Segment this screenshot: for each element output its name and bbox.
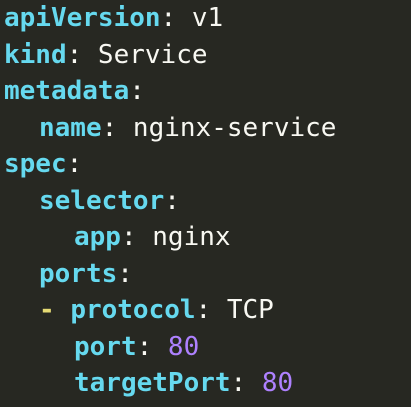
yaml-colon: : <box>66 39 83 70</box>
yaml-key: protocol <box>70 295 196 325</box>
code-line-kind: kind: Service <box>0 37 411 74</box>
yaml-key: kind <box>4 39 67 70</box>
yaml-colon: : <box>136 331 153 362</box>
yaml-key: selector <box>39 185 165 216</box>
yaml-list-dash: - <box>39 295 71 325</box>
yaml-key: port <box>74 331 137 362</box>
yaml-value: v1 <box>176 3 224 33</box>
yaml-colon: : <box>120 222 137 252</box>
yaml-value: TCP <box>211 295 274 325</box>
code-line-app: app: nginx <box>0 219 411 256</box>
yaml-key: name <box>39 112 102 143</box>
yaml-code-editor[interactable]: apiVersion: v1 kind: Service metadata: n… <box>0 0 411 407</box>
yaml-key: spec <box>4 149 67 179</box>
yaml-number: 80 <box>246 368 294 398</box>
yaml-colon: : <box>101 112 118 143</box>
code-line-targetport: targetPort: 80 <box>0 365 411 402</box>
code-line-metadata: metadata: <box>0 73 411 110</box>
yaml-number: 80 <box>152 331 200 362</box>
yaml-value: nginx <box>136 222 231 252</box>
yaml-key: metadata <box>4 76 130 106</box>
yaml-colon: : <box>129 76 145 106</box>
code-line-ports: ports: <box>0 256 411 293</box>
yaml-colon: : <box>230 368 247 398</box>
code-line-selector: selector: <box>0 183 411 220</box>
yaml-key: apiVersion <box>4 3 161 33</box>
code-line-apiversion: apiVersion: v1 <box>0 0 411 37</box>
yaml-key: app <box>74 222 121 252</box>
yaml-key: targetPort <box>74 368 231 398</box>
yaml-colon: : <box>117 258 133 289</box>
code-line-spec: spec: <box>0 146 411 183</box>
yaml-value: Service <box>82 39 208 70</box>
code-line-port: port: 80 <box>0 329 411 366</box>
yaml-key: ports <box>39 258 118 289</box>
yaml-colon: : <box>160 3 177 33</box>
yaml-value: nginx-service <box>117 112 337 143</box>
yaml-colon: : <box>164 185 180 216</box>
yaml-colon: : <box>195 295 212 325</box>
yaml-colon: : <box>66 149 83 179</box>
code-line-protocol: - protocol: TCP <box>0 292 411 329</box>
code-line-name: name: nginx-service <box>0 110 411 147</box>
